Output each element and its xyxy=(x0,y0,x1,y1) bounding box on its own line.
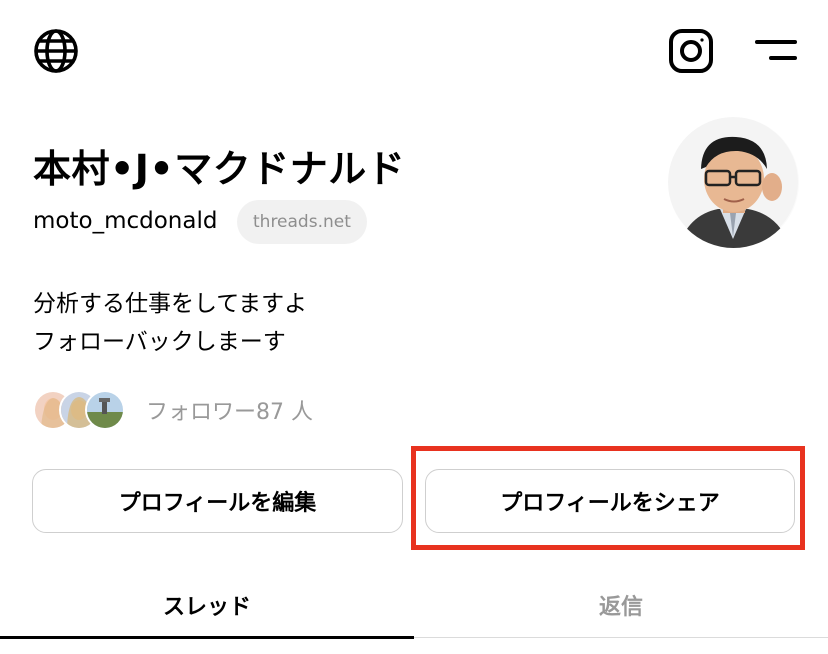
active-tab-indicator xyxy=(0,636,414,639)
follower-avatar-3 xyxy=(85,390,125,430)
highlight-box xyxy=(411,446,805,550)
follower-avatars[interactable] xyxy=(33,390,128,430)
edit-profile-button[interactable]: プロフィールを編集 xyxy=(32,469,403,533)
profile-username: moto_mcdonald xyxy=(33,208,218,234)
menu-icon[interactable] xyxy=(752,30,802,70)
instagram-icon[interactable] xyxy=(666,26,716,76)
globe-icon[interactable] xyxy=(30,25,82,77)
tab-threads[interactable]: スレッド xyxy=(0,585,414,625)
bio-line-1: 分析する仕事をしてますよ xyxy=(33,291,308,317)
followers-count[interactable]: フォロワー87 人 xyxy=(146,394,313,426)
profile-display-name: 本村•J•マクドナルド xyxy=(33,147,406,191)
avatar[interactable] xyxy=(668,117,799,248)
tab-replies[interactable]: 返信 xyxy=(414,585,828,625)
bio-line-2: フォローバックしまーす xyxy=(33,329,286,355)
domain-badge[interactable]: threads.net xyxy=(237,200,367,244)
